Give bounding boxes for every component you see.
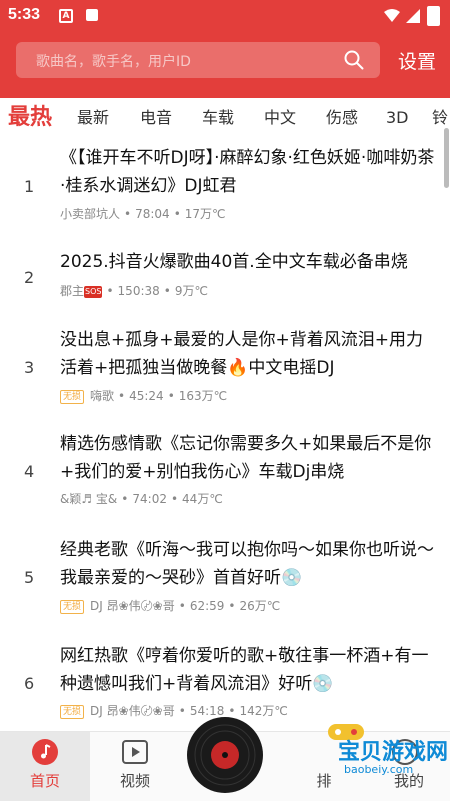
tab-sad[interactable]: 伤感 <box>326 98 358 138</box>
song-author: DJ 昂❀伟〄❀哥 <box>90 599 175 613</box>
song-duration: 150:38 <box>117 284 160 298</box>
play-icon <box>122 740 148 764</box>
sos-badge: SOS <box>84 285 103 298</box>
lossless-badge: 无损 <box>60 389 85 404</box>
status-time: 5:33 <box>8 6 41 23</box>
nav-video[interactable]: 视频 <box>90 732 180 801</box>
nav-home[interactable]: 首页 <box>0 732 90 801</box>
tab-3d[interactable]: 3D <box>386 98 409 138</box>
song-plays: 9万℃ <box>174 284 208 298</box>
category-tabs: 最热 最新 电音 车载 中文 伤感 3D 铃 <box>0 98 450 138</box>
lossless-badge: 无损 <box>60 704 85 719</box>
song-item[interactable]: 4 精选伤感情歌《忘记你需要多久+如果最后不是你+我们的爱+别怕我伤心》车载Dj… <box>0 426 450 530</box>
vinyl-disc-icon[interactable] <box>186 716 264 794</box>
song-title: 《【谁开车不听DJ呀】·麻醉幻象·红色妖姬·咖啡奶茶·桂系水调迷幻》DJ虹君 <box>60 148 435 196</box>
song-duration: 62:59 <box>189 599 225 613</box>
song-author: DJ 昂❀伟〄❀哥 <box>90 704 175 718</box>
song-index: 5 <box>24 568 35 587</box>
settings-button[interactable]: 设置 <box>398 47 436 74</box>
battery-icon <box>427 6 440 26</box>
song-title: 网红热歌《哼着你爱听的歌+敬往事一杯酒+有一种遗憾叫我们+背着风流泪》好听💿 <box>60 646 429 694</box>
watermark-text: 宝贝游戏网 <box>338 740 449 765</box>
song-index: 1 <box>24 177 35 196</box>
song-title: 2025.抖音火爆歌曲40首.全中文车载必备串烧 <box>60 252 408 272</box>
scrollbar[interactable] <box>444 128 449 188</box>
watermark-url: baobeiy.com <box>344 763 414 776</box>
song-item[interactable]: 3 没出息+孤身+最爱的人是你+背着风流泪+用力活着+把孤独当做晚餐🔥中文电摇D… <box>0 322 450 426</box>
song-meta: 小卖部坑人 • 78:04 • 17万℃ <box>60 207 226 221</box>
song-item[interactable]: 2 2025.抖音火爆歌曲40首.全中文车载必备串烧 郡主SOS • 150:38 •… <box>0 240 450 320</box>
wifi-icon <box>384 9 400 22</box>
tab-hot[interactable]: 最热 <box>8 98 52 138</box>
song-item[interactable]: 5 经典老歌《听海～我可以抱你吗～如果你也听说～我最亲爱的～哭砂》首首好听💿 无… <box>0 532 450 636</box>
song-plays: 44万℃ <box>182 492 223 506</box>
song-meta: 无损 嗨歌 • 45:24 • 163万℃ <box>60 387 227 404</box>
search-icon[interactable] <box>344 50 364 70</box>
app-header: 5:33 A 歌曲名，歌手名，用户ID 设置 <box>0 0 450 98</box>
song-author: 小卖部坑人 <box>60 207 121 221</box>
song-duration: 74:02 <box>132 492 167 506</box>
song-duration: 78:04 <box>135 207 170 221</box>
song-meta: 郡主SOS • 150:38 • 9万℃ <box>60 284 208 298</box>
song-title: 经典老歌《听海～我可以抱你吗～如果你也听说～我最亲爱的～哭砂》首首好听💿 <box>60 540 434 588</box>
music-note-icon <box>32 739 58 765</box>
song-index: 6 <box>24 674 35 693</box>
search-bar[interactable]: 歌曲名，歌手名，用户ID <box>16 42 380 78</box>
tab-chinese[interactable]: 中文 <box>264 98 296 138</box>
song-author: 郡主 <box>60 284 85 298</box>
tab-newest[interactable]: 最新 <box>77 98 109 138</box>
song-meta: &颖♬ 宝& • 74:02 • 44万℃ <box>60 492 223 506</box>
status-bar: 5:33 A <box>0 0 450 32</box>
song-index: 2 <box>24 268 35 287</box>
nav-home-label: 首页 <box>29 772 60 790</box>
song-plays: 17万℃ <box>184 207 226 221</box>
tab-electronic[interactable]: 电音 <box>140 98 172 138</box>
search-input[interactable]: 歌曲名，歌手名，用户ID <box>36 51 191 71</box>
song-index: 3 <box>24 358 35 377</box>
song-duration: 45:24 <box>129 389 164 403</box>
nav-video-label: 视频 <box>119 772 150 790</box>
song-author: 嗨歌 <box>90 389 115 403</box>
song-plays: 26万℃ <box>239 599 281 613</box>
song-item[interactable]: 1 《【谁开车不听DJ呀】·麻醉幻象·红色妖姬·咖啡奶茶·桂系水调迷幻》DJ虹君… <box>0 140 450 240</box>
song-title: 没出息+孤身+最爱的人是你+背着风流泪+用力活着+把孤独当做晚餐🔥中文电摇DJ <box>60 330 423 378</box>
notification-square-icon <box>86 9 98 21</box>
lossless-badge: 无损 <box>60 599 85 614</box>
song-meta: 无损 DJ 昂❀伟〄❀哥 • 62:59 • 26万℃ <box>60 597 280 614</box>
song-plays: 163万℃ <box>178 389 228 403</box>
song-author: &颖♬ 宝& <box>60 492 118 506</box>
song-list: 1 《【谁开车不听DJ呀】·麻醉幻象·红色妖姬·咖啡奶茶·桂系水调迷幻》DJ虹君… <box>0 140 450 730</box>
notification-a-icon: A <box>59 9 73 23</box>
watermark-logo: 宝贝游戏网 baobeiy.com <box>300 714 450 800</box>
song-title: 精选伤感情歌《忘记你需要多久+如果最后不是你+我们的爱+别怕我伤心》车载Dj串烧 <box>60 434 432 482</box>
tab-car[interactable]: 车载 <box>202 98 234 138</box>
cellular-icon <box>406 9 420 23</box>
song-index: 4 <box>24 462 35 481</box>
